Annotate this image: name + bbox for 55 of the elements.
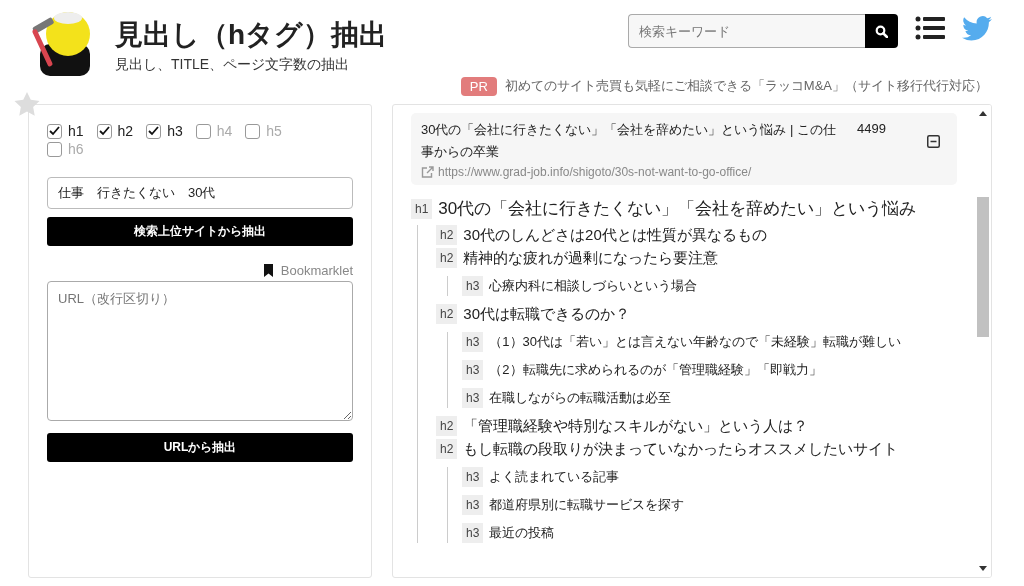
heading-tag: h3 xyxy=(462,276,484,296)
heading-tag: h1 xyxy=(411,198,433,219)
level-checkbox[interactable]: h3 xyxy=(146,123,183,139)
level-checkbox[interactable]: h2 xyxy=(96,123,134,139)
page-title: 見出し（hタグ）抽出 xyxy=(115,18,389,52)
heading-text: 都道府県別に転職サービスを探す xyxy=(489,496,685,514)
heading-tag: h2 xyxy=(436,439,458,459)
bookmarklet-link[interactable]: Bookmarklet xyxy=(263,263,353,278)
url-extract-button[interactable]: URLから抽出 xyxy=(47,433,353,462)
result-title: 30代の「会社に行きたくない」「会社を辞めたい」という悩み | この仕事からの卒業 xyxy=(421,121,838,161)
scroll-down-icon[interactable] xyxy=(979,566,987,572)
page-subtitle: 見出し、TITLE、ページ文字数の抽出 xyxy=(115,56,351,74)
search-icon xyxy=(875,24,888,38)
menu-icon[interactable] xyxy=(915,16,945,40)
search-field[interactable]: 検索キーワード xyxy=(628,14,865,48)
bookmark-icon xyxy=(263,264,273,277)
heading-text: （1）30代は「若い」とは言えない年齢なので「未経験」転職が難しい xyxy=(489,333,902,351)
heading-text: もし転職の段取りが決まっていなかったらオススメしたいサイト xyxy=(463,439,899,459)
heading-text: 30代のしんどさは20代とは性質が異なるもの xyxy=(463,225,767,245)
char-count: 4499 xyxy=(857,120,887,138)
heading-tag: h3 xyxy=(462,523,484,543)
heading-tag: h3 xyxy=(462,467,484,487)
ad-link[interactable]: 初めてのサイト売買も気軽にご相談できる「ラッコM&A」（サイト移行代行対応） xyxy=(504,77,988,95)
heading-text: 心療内科に相談しづらいという場合 xyxy=(489,277,698,295)
collapse-button[interactable] xyxy=(927,134,940,148)
keyword-field[interactable]: 仕事 行きたくない 30代 xyxy=(47,177,353,209)
heading-tag: h2 xyxy=(436,304,458,324)
search-button[interactable] xyxy=(865,14,898,48)
heading-tag: h2 xyxy=(436,248,458,268)
heading-text: 30代は転職できるのか？ xyxy=(463,304,631,324)
heading-text: よく読まれている記事 xyxy=(489,468,620,486)
check-icon xyxy=(49,126,60,136)
scroll-thumb[interactable] xyxy=(977,197,989,337)
url-field[interactable]: URL（改行区切り） xyxy=(47,281,353,421)
heading-tag: h3 xyxy=(462,388,484,408)
heading-tag: h3 xyxy=(462,332,484,352)
scroll-up-icon[interactable] xyxy=(979,110,987,116)
heading-tag: h2 xyxy=(436,416,458,436)
heading-text: 「管理職経験や特別なスキルがない」という人は？ xyxy=(463,416,809,436)
heading-text: 精神的な疲れが過剰になったら要注意 xyxy=(463,248,719,268)
pr-badge: PR xyxy=(460,76,497,96)
star-icon[interactable] xyxy=(14,92,40,116)
level-checkbox[interactable]: h1 xyxy=(47,123,84,139)
heading-tag: h2 xyxy=(436,225,458,245)
heading-text: 在職しながらの転職活動は必至 xyxy=(489,389,672,407)
check-icon xyxy=(148,126,160,136)
check-icon xyxy=(98,126,110,136)
heading-text: （2）転職先に求められるのが「管理職経験」「即戦力」 xyxy=(489,361,822,379)
heading-tag: h3 xyxy=(462,360,484,380)
scrollbar[interactable] xyxy=(975,105,991,577)
heading-text: 30代の「会社に行きたくない」「会社を辞めたい」という悩み xyxy=(438,198,917,220)
search-extract-button[interactable]: 検索上位サイトから抽出 xyxy=(47,217,353,246)
heading-tag: h3 xyxy=(462,495,484,515)
external-link-icon xyxy=(421,166,434,178)
heading-text: 最近の投稿 xyxy=(489,524,555,542)
